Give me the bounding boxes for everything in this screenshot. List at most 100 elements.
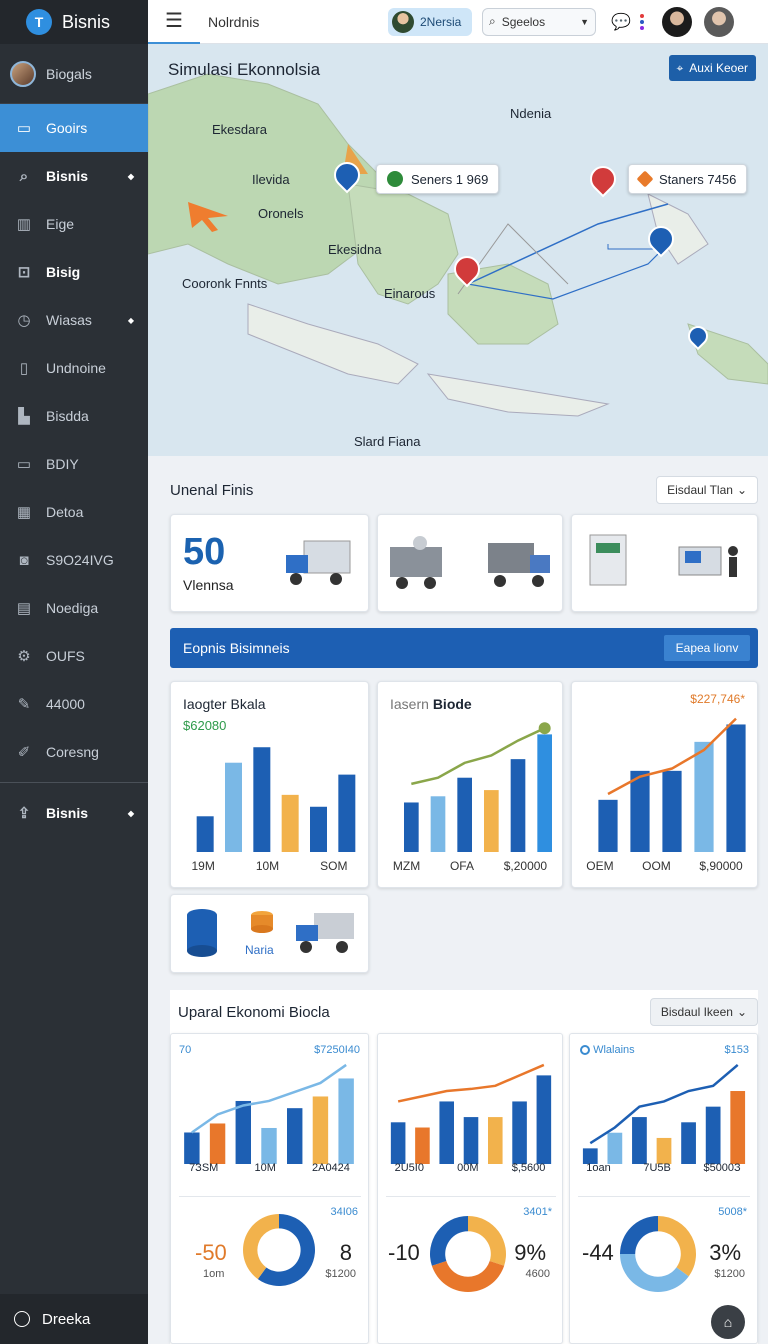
- mini-chart-card-2[interactable]: 2U5I0 00M $,5600 3401* -10 9% 4600: [377, 1033, 563, 1344]
- sidebar-item-1[interactable]: ⌕ Bisnis ◆: [0, 152, 148, 200]
- search-dropdown[interactable]: ⌕ Sgeelos ▼: [482, 7, 596, 36]
- phone-icon: ▯: [19, 360, 29, 377]
- mini-chart-card-3[interactable]: Wlalains $153 1oan 7U5B $5000З 5008* -44…: [569, 1033, 758, 1344]
- line-end-point: [538, 722, 551, 735]
- user-pill[interactable]: 2Nersia: [388, 7, 472, 36]
- sidebar-item-8[interactable]: ▦ Detoa: [0, 488, 148, 536]
- donut-slice: [620, 1216, 658, 1254]
- bar: [287, 1108, 303, 1164]
- bar: [404, 802, 419, 852]
- series-line: [397, 1063, 545, 1103]
- bar: [598, 799, 618, 852]
- donut-right-sub: $1200: [714, 1268, 745, 1280]
- share-icon: ⇪: [17, 805, 31, 822]
- sidebar-item-11[interactable]: ⚙ OUFS: [0, 632, 148, 680]
- x-label: SOM: [320, 859, 348, 873]
- sidebar-item-6[interactable]: ▙ Bisdda: [0, 392, 148, 440]
- workstation-icon: [678, 546, 738, 577]
- sidebar-item-4[interactable]: ◷ Wiasas ◆: [0, 296, 148, 344]
- x-label: OOM: [642, 859, 671, 873]
- chart-card-2[interactable]: Iasern Biode MZM OFA $,20000: [377, 681, 563, 888]
- sidebar-bottom-item[interactable]: Dreeka: [0, 1294, 148, 1344]
- sidebar-item-extra[interactable]: ⇪ Bisnis ◆: [0, 789, 148, 837]
- user-avatar-secondary[interactable]: [704, 6, 734, 37]
- mini-bar-chart: [184, 1063, 354, 1164]
- business-bar: Eopnis Bisimneis Eapea lionv: [170, 628, 758, 668]
- profile-item[interactable]: Biogals: [0, 44, 148, 104]
- bar: [488, 1117, 503, 1164]
- x-label: 00M: [457, 1162, 479, 1174]
- map-label: Ekesidna: [328, 242, 382, 257]
- map-label: Ilevida: [252, 172, 290, 187]
- x-axis-labels: 19M 10M SOM: [171, 859, 368, 873]
- bar-icon: ▙: [18, 408, 30, 425]
- bar: [607, 1132, 623, 1164]
- section-title: Unenal Finis: [170, 482, 254, 499]
- map-tooltip[interactable]: Staners 7456: [628, 164, 748, 194]
- mini-chart-label-text: Wlalains: [593, 1044, 635, 1056]
- map-title: Simulasi Ekonnolsia: [168, 60, 321, 79]
- mini-bar-chart: [582, 1063, 746, 1164]
- chart-card-3[interactable]: $227,746* OEM OOM $,90000: [571, 681, 758, 888]
- economy-dropdown[interactable]: Bisdaul Ikeen ⌄: [649, 998, 758, 1026]
- business-bar-button[interactable]: Eapea lionv: [664, 635, 750, 661]
- resource-card[interactable]: Naria: [170, 894, 369, 973]
- x-label: $,20000: [503, 859, 548, 873]
- map-tooltip[interactable]: Seners 1 969: [376, 164, 500, 194]
- sidebar-item-label: BDIY: [46, 456, 79, 472]
- chat-icon[interactable]: 💬: [606, 7, 636, 37]
- asset-card[interactable]: [377, 514, 563, 612]
- bar: [261, 1127, 277, 1164]
- mini-chart-label: 70: [179, 1044, 192, 1056]
- map-label: Slard Fiana: [354, 434, 421, 449]
- sidebar-item-5[interactable]: ▯ Undnoine: [0, 344, 148, 392]
- sidebar: T Bisnis Biogals ▭ Gooirs ⌕ Bisnis ◆ ▥ Eige ⊡ Bi…: [0, 0, 148, 1344]
- bar: [457, 777, 472, 852]
- sidebar-item-2[interactable]: ▥ Eige: [0, 200, 148, 248]
- user-avatar[interactable]: [662, 6, 692, 37]
- sidebar-item-label: Bisnis: [46, 805, 89, 821]
- caret-icon: ◆: [127, 315, 134, 325]
- sidebar-item-12[interactable]: ✎ 44000: [0, 680, 148, 728]
- home-fab-icon[interactable]: ⌂: [711, 1305, 745, 1339]
- donut-right-value: 8: [339, 1240, 352, 1265]
- chevron-down-icon: ▼: [580, 16, 589, 27]
- brand[interactable]: T Bisnis: [0, 0, 148, 44]
- grid-icon: ▦: [16, 504, 32, 521]
- map-panel[interactable]: Simulasi Ekonnolsia ⌖ Auxi Keoer Ekesdar…: [148, 44, 768, 456]
- circle-icon: [14, 1311, 30, 1327]
- sidebar-item-0[interactable]: ▭ Gooirs: [0, 104, 148, 152]
- map-pin-icon: ⌖: [676, 60, 684, 75]
- mini-chart-card-1[interactable]: 70 $7250I40 7ЗSM 10M 2A0424 34I06 -50 1o…: [170, 1033, 369, 1344]
- bar: [253, 747, 271, 852]
- chart-card-1[interactable]: Iaogter Bkala $62080 19M 10M SOM: [170, 681, 369, 888]
- donut-top-value: 5008*: [718, 1206, 747, 1218]
- overview-dropdown[interactable]: Eisdaul Tlan ⌄: [656, 476, 758, 504]
- sidebar-item-13[interactable]: ✐ Coresng: [0, 728, 148, 776]
- sidebar-item-label: S9O24IVG: [46, 552, 114, 568]
- notification-dots-icon[interactable]: [640, 13, 644, 30]
- donut-top-value: 3401*: [523, 1206, 552, 1218]
- sidebar-item-3[interactable]: ⊡ Bisig: [0, 248, 148, 296]
- donut-chart: [620, 1216, 696, 1292]
- database-icon: [187, 909, 217, 957]
- map-label: Einarous: [384, 286, 436, 301]
- sidebar-item-7[interactable]: ▭ BDIY: [0, 440, 148, 488]
- machine-icon: [589, 534, 627, 586]
- stat-card[interactable]: 50 Vlennsa: [170, 514, 369, 612]
- hamburger-menu-icon[interactable]: ☰: [148, 0, 200, 44]
- bar: [281, 794, 299, 852]
- resource-label: Naria: [245, 943, 274, 957]
- x-label: OEM: [586, 859, 614, 873]
- sidebar-item-label: Bisnis: [46, 168, 89, 184]
- x-label: $,90000: [699, 859, 743, 873]
- map-action-button[interactable]: ⌖ Auxi Keoer: [668, 55, 756, 81]
- sidebar-item-9[interactable]: ◙ S9O24IVG: [0, 536, 148, 584]
- tooltip-label: Seners 1 969: [411, 171, 489, 187]
- x-label: 7ЗSM: [189, 1162, 219, 1174]
- cursor-arrow-icon: [188, 202, 232, 232]
- sidebar-item-10[interactable]: ▤ Noediga: [0, 584, 148, 632]
- bar: [726, 724, 746, 852]
- profile-label: Biogals: [46, 65, 92, 82]
- asset-card[interactable]: [571, 514, 758, 612]
